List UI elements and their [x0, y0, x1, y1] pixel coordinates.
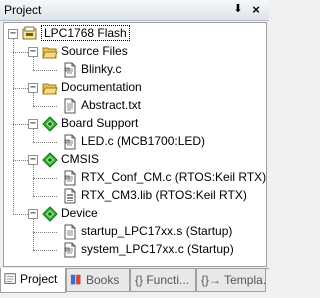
tree-connector-line: [33, 142, 57, 143]
tab-label: Project: [20, 272, 58, 286]
tree-connector-line: [33, 129, 34, 142]
tree-connector-line: [33, 232, 57, 233]
collapse-toggle-icon[interactable]: −: [28, 155, 38, 165]
project-tree[interactable]: − LPC1768 Flash − Source Files Blinky.c − Docu…: [3, 22, 267, 267]
project-icon: [4, 271, 18, 285]
c-file-icon: [62, 134, 78, 150]
folder-open-icon: [42, 44, 58, 60]
tree-node-label: LED.c (MCB1700:LED): [81, 134, 206, 148]
c-file-icon: [62, 242, 78, 258]
tree-connector-line: [33, 178, 57, 179]
pin-icon[interactable]: ⬇: [231, 2, 245, 17]
folder-open-icon: [42, 80, 58, 96]
tab-label: {}→ Templa...: [201, 273, 266, 287]
tab-templates[interactable]: {}→ Templa...: [196, 269, 266, 292]
collapse-toggle-icon[interactable]: −: [28, 83, 38, 93]
tree-node-label: Source Files: [61, 44, 128, 58]
tree-connector-line: [33, 250, 57, 251]
tree-node-label: RTX_CM3.lib (RTOS:Keil RTX): [81, 188, 247, 202]
tree-group-node[interactable]: − Device: [4, 205, 266, 223]
tree-connector-line: [33, 196, 57, 197]
tab-label: {} Functi...: [135, 273, 190, 287]
tree-connector-line: [33, 165, 34, 196]
asm-file-icon: [62, 224, 78, 240]
tree-connector-line: [33, 70, 57, 71]
tree-node-label: Board Support: [61, 116, 139, 130]
c-file-icon: [62, 62, 78, 78]
tree-node-label: Device: [61, 206, 98, 220]
tree-connector-line: [33, 93, 34, 106]
tree-group-node[interactable]: − Documentation: [4, 79, 266, 97]
tree-connector-line: [13, 88, 28, 89]
tree-connector-line: [13, 124, 28, 125]
target-icon: [22, 26, 38, 42]
tree-group-node[interactable]: − Source Files: [4, 43, 266, 61]
panel-tabs: Project Books {} Functi... {}→ Templa...: [0, 268, 269, 298]
collapse-toggle-icon[interactable]: −: [8, 29, 18, 39]
tab-books[interactable]: Books: [66, 269, 130, 292]
c-file-icon: [62, 170, 78, 186]
tree-connector-line: [13, 52, 28, 53]
collapse-toggle-icon[interactable]: −: [28, 119, 38, 129]
tree-node-label: Abstract.txt: [81, 98, 142, 112]
panel-titlebar: Project ⬇ ×: [0, 0, 269, 21]
tree-node-label: system_LPC17xx.c (Startup): [81, 242, 234, 256]
collapse-toggle-icon[interactable]: −: [28, 209, 38, 219]
tab-label: Books: [86, 273, 120, 287]
tree-connector-line: [33, 57, 34, 70]
component-diamond-icon: [42, 152, 58, 168]
panel-title: Project: [4, 3, 42, 17]
close-icon[interactable]: ×: [249, 2, 263, 17]
tree-connector-line: [33, 106, 57, 107]
tab-functions[interactable]: {} Functi...: [130, 269, 196, 292]
tree-group-node[interactable]: − CMSIS: [4, 151, 266, 169]
tree-node-label: LPC1768 Flash: [41, 25, 130, 41]
tree-connector-line: [13, 160, 28, 161]
lib-file-icon: [62, 188, 78, 204]
tree-node-label: RTX_Conf_CM.c (RTOS:Keil RTX): [81, 170, 267, 184]
component-diamond-icon: [42, 116, 58, 132]
tree-root-node[interactable]: − LPC1768 Flash: [4, 25, 266, 43]
component-diamond-icon: [42, 206, 58, 222]
tree-connector-line: [13, 214, 28, 215]
tab-project[interactable]: Project: [0, 268, 66, 293]
text-file-icon: [62, 98, 78, 114]
tree-connector-line: [13, 39, 14, 214]
tree-node-label: CMSIS: [61, 152, 100, 166]
collapse-toggle-icon[interactable]: −: [28, 47, 38, 57]
tree-group-node[interactable]: − Board Support: [4, 115, 266, 133]
tree-node-label: Documentation: [61, 80, 142, 94]
tree-connector-line: [33, 219, 34, 250]
books-icon: [70, 272, 84, 286]
tree-node-label: Blinky.c: [81, 62, 122, 76]
project-panel: Project ⬇ × − LPC1768 Flash − Source Files B…: [0, 0, 269, 298]
tree-node-label: startup_LPC17xx.s (Startup): [81, 224, 233, 238]
